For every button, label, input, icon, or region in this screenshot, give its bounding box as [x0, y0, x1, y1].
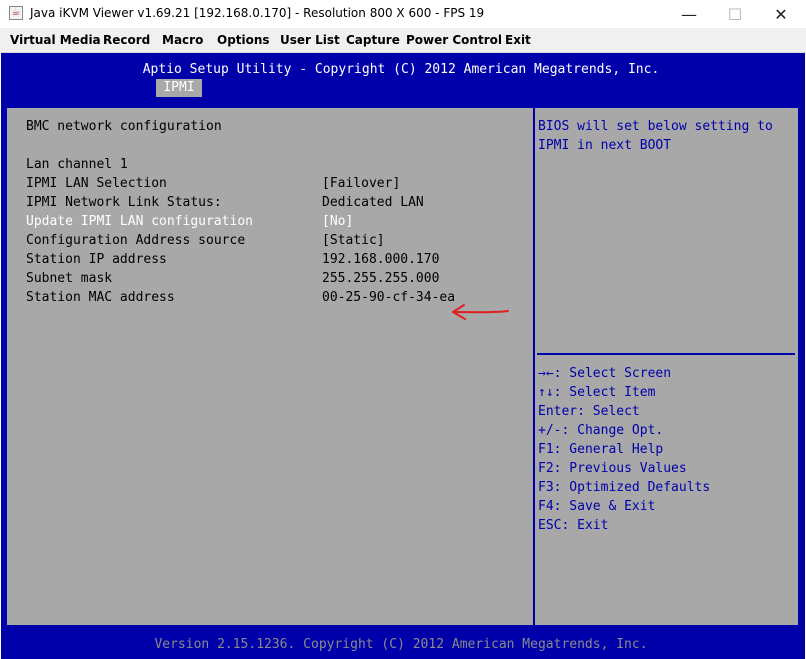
help-text-line: BIOS will set below setting to: [538, 119, 773, 134]
key-hint: F2: Previous Values: [538, 461, 687, 476]
menu-virtual-media[interactable]: Virtual Media: [10, 33, 101, 47]
section-title: BMC network configuration: [26, 119, 222, 134]
lan-channel-label: Lan channel 1: [26, 157, 128, 172]
setting-value[interactable]: [Static]: [322, 233, 385, 248]
key-hint: Enter: Select: [538, 404, 640, 419]
menu-macro[interactable]: Macro: [162, 33, 203, 47]
kvm-screen[interactable]: Aptio Setup Utility - Copyright (C) 2012…: [1, 53, 805, 659]
setting-value: 00-25-90-cf-34-ea: [322, 290, 456, 305]
setting-label: Configuration Address source: [26, 233, 246, 248]
menu-bar: Virtual Media Record Macro Options User …: [0, 28, 806, 53]
menu-record[interactable]: Record: [103, 33, 150, 47]
footer-text: Version 2.15.1236. Copyright (C) 2012 Am…: [154, 637, 648, 652]
menu-user-list[interactable]: User List: [280, 33, 340, 47]
key-hint: +/-: Change Opt.: [538, 423, 664, 438]
menu-options[interactable]: Options: [217, 33, 270, 47]
key-hint: F1: General Help: [538, 442, 664, 457]
minimize-button[interactable]: —: [666, 0, 712, 28]
menu-exit[interactable]: Exit: [505, 33, 531, 47]
bios-header: Aptio Setup Utility - Copyright (C) 2012…: [142, 62, 660, 77]
menu-capture[interactable]: Capture: [346, 33, 400, 47]
setting-label: IPMI LAN Selection: [26, 176, 167, 191]
setting-label: Subnet mask: [26, 271, 113, 286]
key-hint: F4: Save & Exit: [538, 499, 656, 514]
tab-ipmi[interactable]: IPMI: [156, 79, 202, 97]
window-title: Java iKVM Viewer v1.69.21 [192.168.0.170…: [30, 6, 485, 20]
close-button[interactable]: ✕: [758, 0, 804, 28]
help-divider: [537, 353, 795, 355]
maximize-button[interactable]: ☐: [712, 0, 758, 28]
menu-power-control[interactable]: Power Control: [406, 33, 502, 47]
setting-label: IPMI Network Link Status:: [26, 195, 222, 210]
red-arrow-annotation: [452, 304, 509, 320]
window-titlebar: ☕ Java iKVM Viewer v1.69.21 [192.168.0.1…: [0, 0, 806, 28]
panel-divider: [533, 106, 535, 627]
key-hint: →←: Select Screen: [538, 366, 672, 381]
setting-value[interactable]: [Failover]: [322, 176, 400, 191]
setting-value: 255.255.255.000: [322, 271, 440, 286]
help-text-line: IPMI in next BOOT: [538, 138, 672, 153]
bios-footer: Version 2.15.1236. Copyright (C) 2012 Am…: [1, 633, 805, 659]
key-hint: F3: Optimized Defaults: [538, 480, 711, 495]
station-ip-value: 192.168.000.170: [322, 252, 440, 267]
setting-value: Dedicated LAN: [322, 195, 424, 210]
key-hint: ↑↓: Select Item: [538, 385, 656, 400]
setting-value-selected[interactable]: [No]: [322, 214, 353, 229]
setting-label-selected[interactable]: Update IPMI LAN configuration: [26, 214, 253, 229]
setting-label: Station IP address: [26, 252, 167, 267]
key-hint: ESC: Exit: [538, 518, 609, 533]
java-app-icon: ☕: [9, 6, 23, 20]
setting-label: Station MAC address: [26, 290, 175, 305]
